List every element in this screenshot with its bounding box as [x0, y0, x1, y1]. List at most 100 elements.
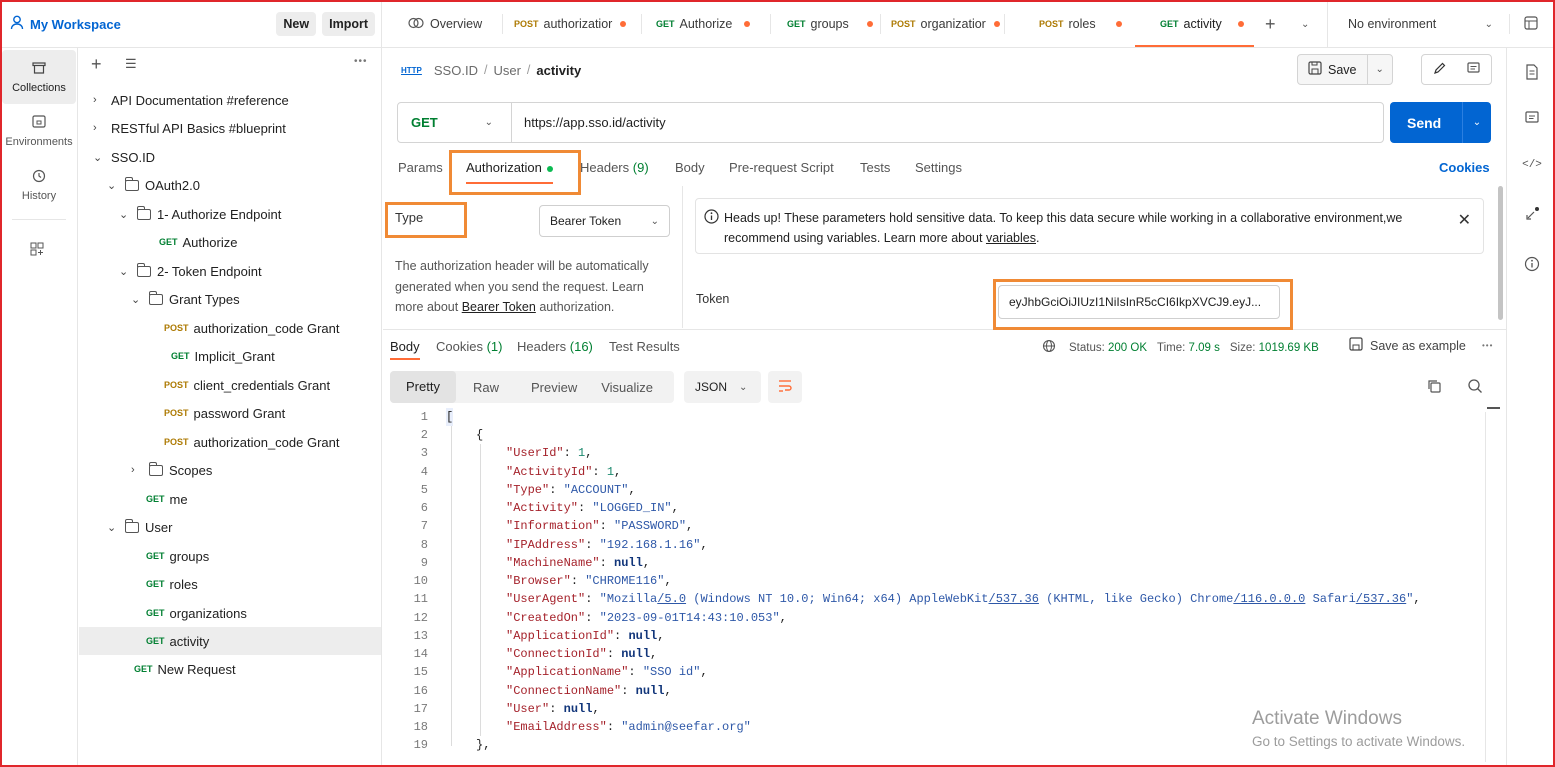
copy-icon[interactable] [1427, 379, 1442, 397]
save-as-example-button[interactable]: Save as example [1349, 337, 1466, 354]
tree-folder-user[interactable]: ⌄ User [107, 513, 172, 541]
add-collection-plus-icon[interactable]: + [91, 54, 102, 75]
tree-request-activity[interactable]: GET activity [146, 627, 209, 655]
tree-folder-oauth[interactable]: ⌄ OAuth2.0 [107, 171, 200, 199]
auth-scrollbar[interactable] [1498, 186, 1503, 320]
tree-item-label: password Grant [193, 405, 286, 421]
response-tab-body[interactable]: Body [390, 339, 420, 354]
search-icon[interactable] [1467, 378, 1483, 397]
tab-authorization-code[interactable]: POST authorizatior [514, 0, 627, 48]
json-link[interactable]: /5.0 [657, 592, 686, 606]
view-pretty[interactable]: Pretty [390, 371, 456, 403]
info-icon[interactable] [1524, 256, 1540, 272]
save-button[interactable]: Save [1298, 55, 1368, 84]
environment-select[interactable]: No environment ⌄ [1348, 0, 1493, 48]
bearer-token-link[interactable]: Bearer Token [462, 300, 536, 314]
tree-folder-authorize-endpoint[interactable]: ⌄ 1- Authorize Endpoint [119, 200, 281, 228]
send-button-group: Send ⌄ [1390, 102, 1491, 143]
url-input[interactable]: https://app.sso.id/activity [512, 115, 1383, 130]
tree-folder-token-endpoint[interactable]: ⌄ 2- Token Endpoint [119, 257, 262, 285]
workspace-name[interactable]: My Workspace [30, 17, 121, 32]
time-value[interactable]: 7.09 s [1189, 342, 1220, 354]
tree-request-me[interactable]: GET me [146, 485, 188, 513]
tree-request-authorization-code-2[interactable]: POST authorization_code Grant [164, 428, 340, 456]
tree-request-authorize[interactable]: GET Authorize [159, 228, 237, 256]
related-collections-icon[interactable] [1524, 206, 1540, 222]
tree-request-client-credentials[interactable]: POST client_credentials Grant [164, 371, 330, 399]
tab-authorize[interactable]: GET Authorize [656, 0, 751, 48]
json-link[interactable]: /537.36 [989, 592, 1039, 606]
tree-request-groups[interactable]: GET groups [146, 542, 209, 570]
tab-params[interactable]: Params [398, 160, 443, 175]
tab-pre-request-script[interactable]: Pre-request Script [729, 160, 834, 175]
new-button[interactable]: New [276, 12, 317, 36]
method-badge: GET [171, 351, 190, 361]
globe-network-icon[interactable] [1042, 339, 1057, 357]
view-raw[interactable]: Raw [456, 380, 499, 395]
chevron-down-icon: ⌄ [119, 208, 129, 221]
code-snippet-icon[interactable]: </> [1522, 159, 1542, 175]
import-button[interactable]: Import [322, 12, 375, 36]
cookies-link[interactable]: Cookies [1439, 160, 1490, 175]
breadcrumb-collection[interactable]: SSO.ID [434, 63, 478, 78]
environment-quick-look-icon[interactable] [1524, 16, 1539, 34]
json-link[interactable]: /116.0.0.0 [1233, 592, 1305, 606]
close-icon[interactable]: ✕ [1458, 210, 1471, 230]
tree-folder-scopes[interactable]: › Scopes [131, 456, 212, 484]
status-value[interactable]: 200 OK [1108, 342, 1147, 354]
more-options-icon[interactable]: ••• [354, 56, 368, 67]
comments-icon[interactable] [1524, 111, 1540, 127]
breadcrumb-request-name[interactable]: activity [536, 63, 581, 78]
rail-history[interactable]: History [2, 158, 76, 212]
variables-link[interactable]: variables [986, 231, 1036, 245]
format-select[interactable]: JSON ⌄ [684, 371, 761, 403]
send-chevron-down-icon[interactable]: ⌄ [1463, 117, 1491, 128]
add-workbench-icon[interactable] [30, 242, 44, 259]
tree-request-roles[interactable]: GET roles [146, 570, 198, 598]
tree-request-authorization-code[interactable]: POST authorization_code Grant [164, 314, 340, 342]
wrap-lines-icon[interactable] [768, 371, 802, 403]
tab-activity[interactable]: GET activity [1160, 0, 1244, 48]
view-preview[interactable]: Preview [499, 380, 577, 395]
tab-organizations[interactable]: POST organizatior [891, 0, 1000, 48]
response-more-icon[interactable]: ••• [1482, 341, 1493, 350]
view-visualize[interactable]: Visualize [577, 380, 653, 395]
new-tab-plus-icon[interactable]: + [1265, 0, 1276, 48]
auth-type-select[interactable]: Bearer Token ⌄ [539, 205, 670, 237]
pencil-icon[interactable] [1422, 62, 1457, 78]
size-value[interactable]: 1019.69 KB [1259, 342, 1319, 354]
tab-tests[interactable]: Tests [860, 160, 890, 175]
response-tab-cookies[interactable]: Cookies (1) [436, 339, 502, 354]
collapse-minus-icon[interactable] [1487, 407, 1500, 409]
json-link[interactable]: /537.36 [1356, 592, 1406, 606]
tab-headers[interactable]: Headers (9) [580, 160, 649, 175]
chevron-down-icon: ⌄ [107, 179, 117, 192]
tree-folder-grant-types[interactable]: ⌄ Grant Types [131, 285, 240, 313]
tab-groups[interactable]: GET groups [787, 0, 873, 48]
rail-collections[interactable]: Collections [2, 50, 76, 104]
comment-icon[interactable] [1457, 61, 1492, 78]
tab-body[interactable]: Body [675, 160, 705, 175]
documentation-icon[interactable] [1524, 64, 1540, 80]
tabs-chevron-down-icon[interactable]: ⌄ [1301, 0, 1309, 48]
tree-request-organizations[interactable]: GET organizations [146, 599, 247, 627]
send-button[interactable]: Send [1390, 115, 1462, 131]
tree-request-new-request[interactable]: GET New Request [134, 655, 236, 683]
breadcrumb-folder[interactable]: User [493, 63, 520, 78]
tree-item-sso-id[interactable]: ⌄ SSO.ID [93, 143, 155, 171]
tab-overview[interactable]: Overview [408, 0, 482, 48]
tab-settings[interactable]: Settings [915, 160, 962, 175]
tree-request-password-grant[interactable]: POST password Grant [164, 399, 285, 427]
rail-environments[interactable]: Environments [2, 104, 76, 158]
tree-item-api-documentation[interactable]: › API Documentation #reference [93, 86, 289, 114]
tab-roles[interactable]: POST roles [1039, 0, 1122, 48]
method-select[interactable]: GET ⌄ [398, 103, 512, 142]
json-line-userid: "UserId": 1, [506, 446, 593, 460]
save-chevron-down-icon[interactable]: ⌄ [1368, 64, 1392, 75]
response-tab-headers[interactable]: Headers (16) [517, 339, 593, 354]
folder-icon [137, 205, 151, 220]
filter-search-input[interactable]: ☰ [115, 54, 371, 78]
response-tab-test-results[interactable]: Test Results [609, 339, 680, 354]
tree-request-implicit-grant[interactable]: GET Implicit_Grant [171, 342, 275, 370]
tree-item-restful-api[interactable]: › RESTful API Basics #blueprint [93, 114, 286, 142]
